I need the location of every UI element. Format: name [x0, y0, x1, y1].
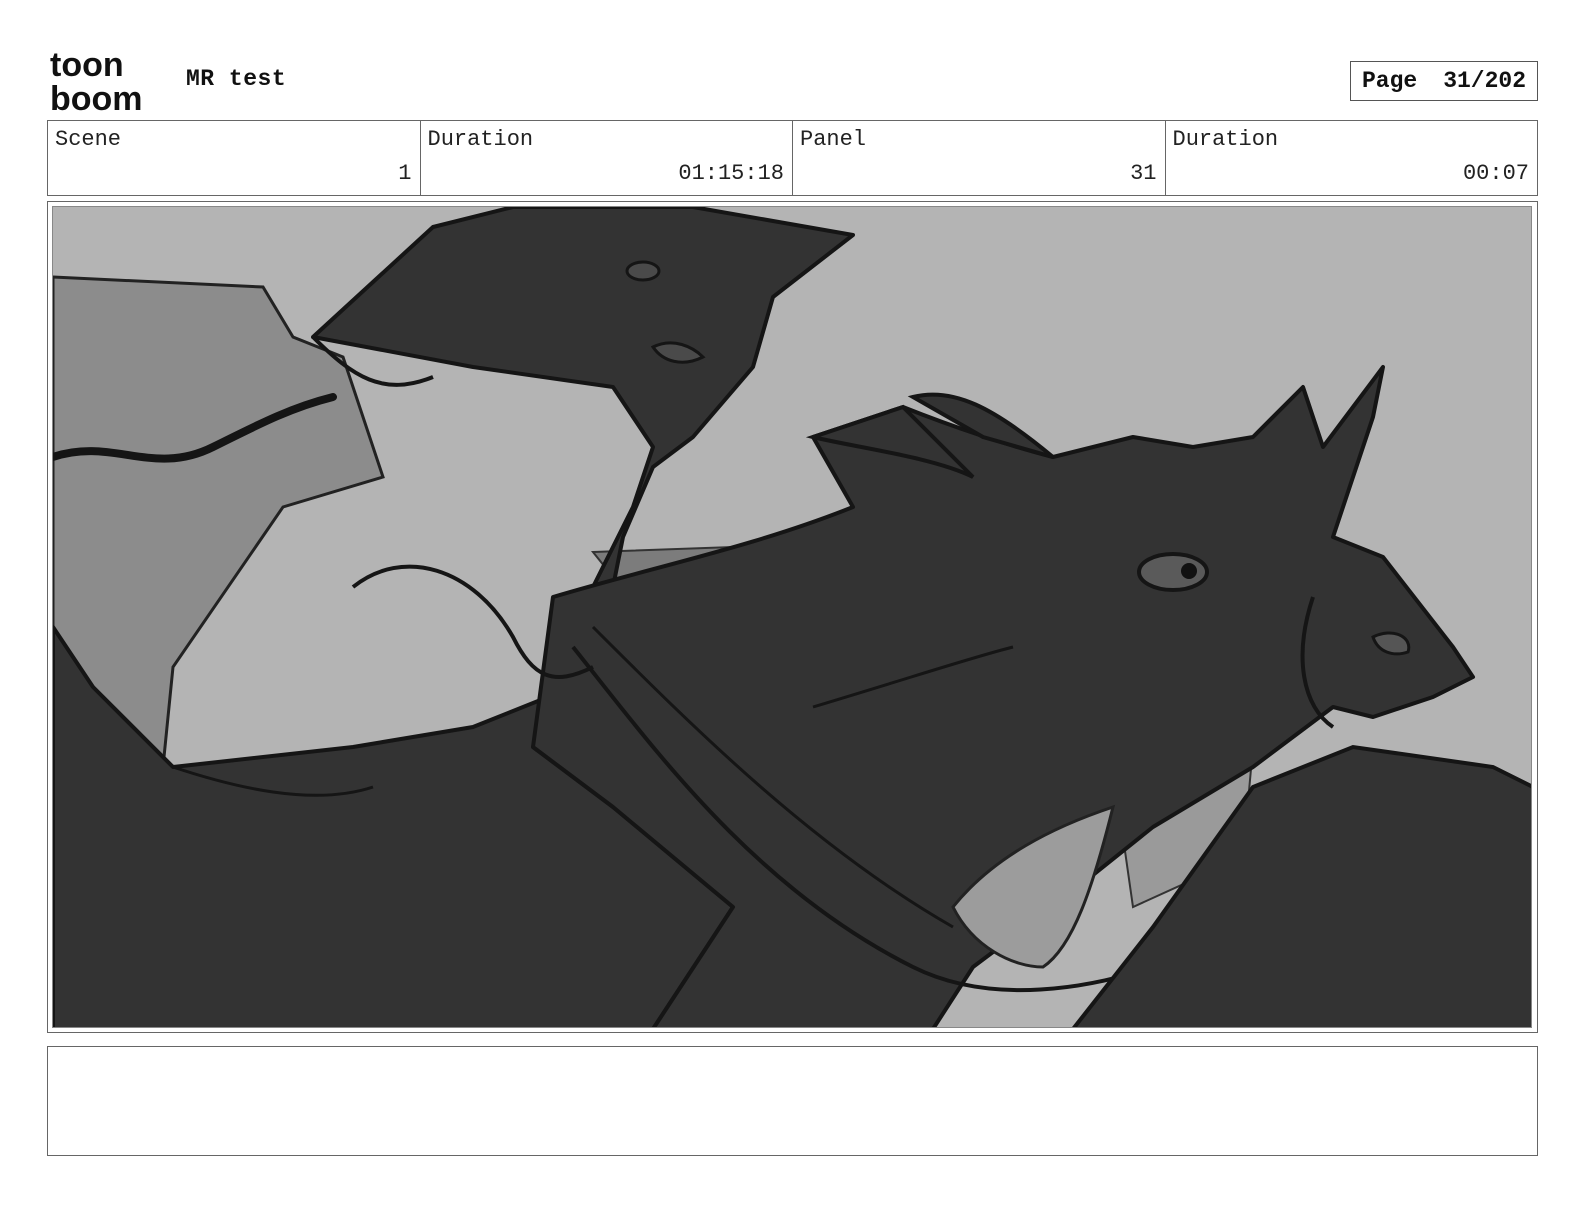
logo-line-2: boom	[50, 80, 143, 114]
scene-duration-value: 01:15:18	[678, 161, 784, 186]
scene-duration-cell: Duration 01:15:18	[421, 121, 793, 195]
project-title: MR test	[186, 66, 287, 92]
panel-cell: Panel 31	[793, 121, 1166, 195]
panel-notes-box	[47, 1046, 1538, 1156]
panel-duration-cell: Duration 00:07	[1166, 121, 1538, 195]
scene-value: 1	[398, 161, 412, 186]
panel-label: Panel	[800, 127, 867, 152]
scene-label: Scene	[55, 127, 122, 152]
page-number: 31/202	[1443, 68, 1527, 94]
panel-image	[52, 206, 1532, 1028]
logo-mark: toon boom	[50, 46, 143, 118]
scene-cell: Scene 1	[48, 121, 421, 195]
logo-line-1: toon	[50, 48, 124, 84]
page-indicator: Page 31/202	[1350, 61, 1538, 101]
panel-duration-label: Duration	[1172, 127, 1279, 152]
page-label: Page	[1361, 68, 1418, 94]
storyboard-sketch	[53, 207, 1531, 1027]
panel-frame	[47, 201, 1538, 1033]
panel-value: 31	[1130, 161, 1157, 186]
rider-eye	[625, 260, 661, 282]
toon-boom-logo: toon boom	[50, 46, 164, 118]
panel-info-row: Scene 1 Duration 01:15:18 Panel 31 Durat…	[47, 120, 1538, 196]
scene-duration-label: Duration	[427, 127, 534, 152]
horse-pupil	[1181, 563, 1197, 579]
panel-duration-value: 00:07	[1462, 161, 1529, 186]
